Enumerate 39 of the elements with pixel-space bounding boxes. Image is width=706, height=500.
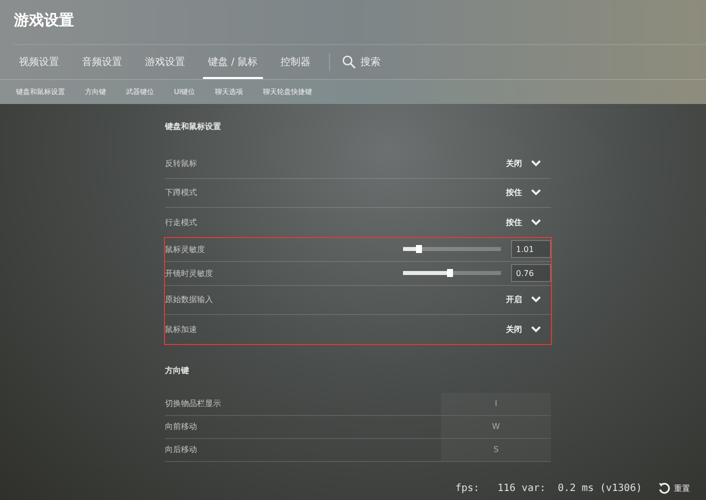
setting-label: 反转鼠标 (165, 158, 198, 169)
reset-button[interactable]: 重置 (656, 480, 692, 496)
dropdown[interactable]: 开启 (506, 294, 551, 306)
key-binding[interactable]: S (441, 438, 551, 460)
setting-label: 向后移动 (165, 444, 198, 455)
tab[interactable]: 音频设置 (77, 45, 127, 79)
value-field[interactable]: 0.76 (511, 264, 551, 282)
section-title: 键盘和鼠标设置 (165, 121, 222, 133)
search-button[interactable]: 搜索 (338, 51, 385, 73)
chevron-icon (531, 296, 541, 304)
slider[interactable] (403, 247, 501, 251)
chevron-icon (531, 160, 541, 167)
fps-counter: fps: 116 var: 0.2 ms (v1306) (455, 482, 642, 494)
dropdown[interactable]: 按住 (506, 216, 551, 228)
section-title: 方向键 (165, 364, 190, 376)
setting-label: 鼠标灵敏度 (165, 244, 206, 254)
tab[interactable]: 游戏设置 (140, 45, 190, 79)
key-binding[interactable]: W (441, 416, 551, 438)
tab[interactable]: 视频设置 (14, 45, 64, 79)
tab[interactable]: 控制器 (276, 45, 316, 79)
dropdown[interactable]: 关闭 (506, 158, 551, 169)
setting-label: 切换物品栏显示 (165, 398, 222, 409)
setting-label: 向前移动 (165, 421, 198, 432)
chevron-icon (531, 189, 541, 196)
setting-label: 行走模式 (165, 216, 198, 228)
setting-label: 开镜时灵敏度 (165, 268, 214, 278)
chevron-icon (531, 218, 541, 226)
chevron-icon (531, 326, 541, 333)
setting-label: 下蹲模式 (165, 187, 198, 198)
dropdown[interactable]: 按住 (506, 187, 551, 198)
reset-icon (658, 482, 671, 494)
slider[interactable] (403, 271, 501, 275)
dropdown[interactable]: 关闭 (506, 324, 551, 335)
setting-label: 鼠标加速 (165, 324, 198, 335)
search-icon (342, 55, 356, 69)
window-title: 游戏设置 (14, 10, 75, 31)
setting-label: 原始数据输入 (165, 294, 214, 306)
key-binding[interactable]: I (441, 392, 551, 414)
value-field[interactable]: 1.01 (511, 240, 551, 258)
